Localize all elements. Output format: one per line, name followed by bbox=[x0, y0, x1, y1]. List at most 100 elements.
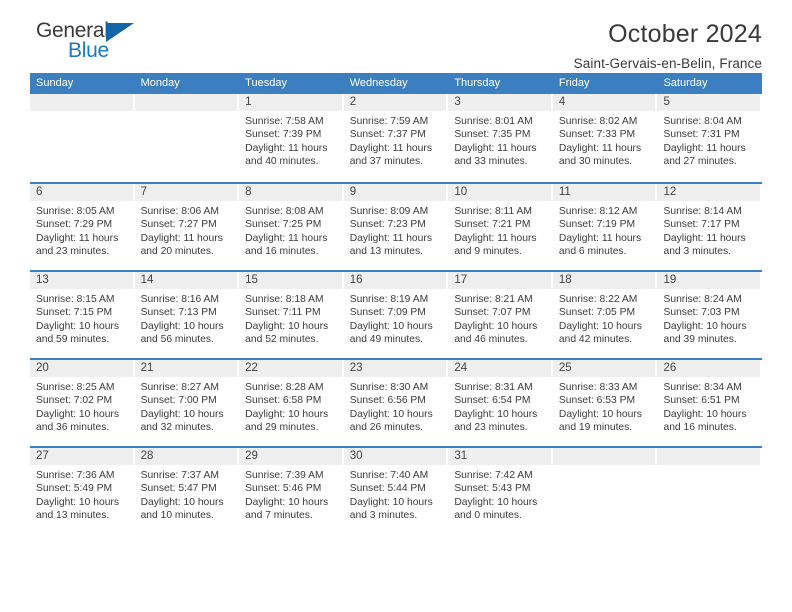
sunset-text: Sunset: 7:02 PM bbox=[36, 395, 113, 407]
daylight-text: Daylight: 10 hours and 42 minutes. bbox=[558, 320, 642, 346]
sunset-text: Sunset: 7:13 PM bbox=[140, 307, 217, 319]
day-number: 15 bbox=[239, 272, 342, 289]
day-number: 26 bbox=[657, 360, 761, 377]
daylight-text: Daylight: 10 hours and 29 minutes. bbox=[245, 408, 329, 434]
daylight-text: Daylight: 10 hours and 3 minutes. bbox=[349, 496, 433, 522]
sunset-text: Sunset: 7:39 PM bbox=[245, 129, 322, 141]
day-cell[interactable]: 5 Sunrise: 8:04 AM Sunset: 7:31 PM Dayli… bbox=[657, 94, 763, 182]
day-cell[interactable]: 23 Sunrise: 8:30 AM Sunset: 6:56 PM Dayl… bbox=[343, 360, 449, 446]
day-cell[interactable]: 20 Sunrise: 8:25 AM Sunset: 7:02 PM Dayl… bbox=[30, 360, 135, 446]
day-cell[interactable]: 19 Sunrise: 8:24 AM Sunset: 7:03 PM Dayl… bbox=[657, 272, 763, 358]
day-cell[interactable]: 1 Sunrise: 7:58 AM Sunset: 7:39 PM Dayli… bbox=[239, 94, 344, 182]
day-details: Sunrise: 7:59 AM Sunset: 7:37 PM Dayligh… bbox=[344, 111, 447, 169]
day-cell[interactable]: 12 Sunrise: 8:14 AM Sunset: 7:17 PM Dayl… bbox=[657, 184, 763, 270]
sunrise-text: Sunrise: 8:09 AM bbox=[349, 206, 429, 217]
sunrise-text: Sunrise: 7:40 AM bbox=[349, 470, 429, 481]
day-number: 12 bbox=[657, 184, 761, 201]
sunrise-text: Sunrise: 8:12 AM bbox=[558, 206, 638, 217]
sunrise-text: Sunrise: 8:16 AM bbox=[140, 294, 219, 305]
daylight-text: Daylight: 10 hours and 13 minutes. bbox=[36, 496, 119, 522]
day-details: Sunrise: 8:11 AM Sunset: 7:21 PM Dayligh… bbox=[448, 201, 551, 259]
day-cell bbox=[552, 448, 658, 534]
day-cell[interactable]: 13 Sunrise: 8:15 AM Sunset: 7:15 PM Dayl… bbox=[30, 272, 135, 358]
sunrise-text: Sunrise: 8:31 AM bbox=[454, 382, 533, 393]
day-cell[interactable]: 27 Sunrise: 7:36 AM Sunset: 5:49 PM Dayl… bbox=[30, 448, 135, 534]
day-number: 17 bbox=[448, 272, 551, 289]
day-details: Sunrise: 8:16 AM Sunset: 7:13 PM Dayligh… bbox=[135, 289, 238, 347]
weekday-header-wednesday: Wednesday bbox=[349, 77, 408, 89]
title-block: October 2024 Saint-Gervais-en-Belin, Fra… bbox=[574, 18, 762, 71]
day-details: Sunrise: 8:33 AM Sunset: 6:53 PM Dayligh… bbox=[553, 377, 656, 435]
sunrise-text: Sunrise: 8:19 AM bbox=[349, 294, 429, 305]
day-number: 31 bbox=[448, 448, 551, 465]
day-details: Sunrise: 7:39 AM Sunset: 5:46 PM Dayligh… bbox=[239, 465, 342, 523]
day-cell[interactable]: 30 Sunrise: 7:40 AM Sunset: 5:44 PM Dayl… bbox=[343, 448, 449, 534]
day-number: 10 bbox=[448, 184, 551, 201]
day-cell[interactable]: 26 Sunrise: 8:34 AM Sunset: 6:51 PM Dayl… bbox=[657, 360, 763, 446]
sunset-text: Sunset: 6:56 PM bbox=[349, 395, 426, 407]
day-details: Sunrise: 7:58 AM Sunset: 7:39 PM Dayligh… bbox=[239, 111, 342, 169]
sunrise-text: Sunrise: 7:36 AM bbox=[36, 470, 115, 481]
day-cell[interactable]: 29 Sunrise: 7:39 AM Sunset: 5:46 PM Dayl… bbox=[239, 448, 344, 534]
sunrise-text: Sunrise: 8:22 AM bbox=[558, 294, 638, 305]
sunrise-text: Sunrise: 8:21 AM bbox=[454, 294, 533, 305]
day-cell[interactable]: 2 Sunrise: 7:59 AM Sunset: 7:37 PM Dayli… bbox=[343, 94, 449, 182]
day-cell[interactable]: 8 Sunrise: 8:08 AM Sunset: 7:25 PM Dayli… bbox=[239, 184, 344, 270]
day-cell[interactable]: 3 Sunrise: 8:01 AM Sunset: 7:35 PM Dayli… bbox=[448, 94, 553, 182]
day-number: 11 bbox=[552, 184, 656, 201]
sunrise-text: Sunrise: 8:27 AM bbox=[140, 382, 219, 393]
sunrise-text: Sunrise: 8:18 AM bbox=[245, 294, 324, 305]
sunset-text: Sunset: 7:35 PM bbox=[454, 129, 531, 141]
day-cell[interactable]: 4 Sunrise: 8:02 AM Sunset: 7:33 PM Dayli… bbox=[552, 94, 658, 182]
day-cell[interactable]: 16 Sunrise: 8:19 AM Sunset: 7:09 PM Dayl… bbox=[343, 272, 449, 358]
sunset-text: Sunset: 7:25 PM bbox=[245, 219, 322, 231]
day-cell bbox=[30, 94, 135, 182]
day-cell[interactable]: 24 Sunrise: 8:31 AM Sunset: 6:54 PM Dayl… bbox=[448, 360, 553, 446]
day-number: 23 bbox=[343, 360, 447, 377]
day-details: Sunrise: 8:14 AM Sunset: 7:17 PM Dayligh… bbox=[657, 201, 760, 259]
general-blue-logo[interactable]: General Blue bbox=[30, 18, 140, 64]
sunrise-text: Sunrise: 8:14 AM bbox=[663, 206, 742, 217]
day-cell[interactable]: 7 Sunrise: 8:06 AM Sunset: 7:27 PM Dayli… bbox=[134, 184, 240, 270]
day-cell[interactable]: 21 Sunrise: 8:27 AM Sunset: 7:00 PM Dayl… bbox=[134, 360, 240, 446]
day-cell[interactable]: 28 Sunrise: 7:37 AM Sunset: 5:47 PM Dayl… bbox=[134, 448, 240, 534]
calendar-page: General Blue October 2024 Saint-Gervais-… bbox=[0, 0, 792, 612]
sunset-text: Sunset: 7:03 PM bbox=[663, 307, 740, 319]
sunset-text: Sunset: 5:46 PM bbox=[245, 483, 322, 495]
sunset-text: Sunset: 6:58 PM bbox=[245, 395, 322, 407]
sunrise-text: Sunrise: 8:33 AM bbox=[558, 382, 638, 393]
day-number bbox=[134, 94, 238, 111]
sunset-text: Sunset: 7:11 PM bbox=[245, 307, 321, 319]
day-cell[interactable]: 14 Sunrise: 8:16 AM Sunset: 7:13 PM Dayl… bbox=[134, 272, 240, 358]
day-details: Sunrise: 7:37 AM Sunset: 5:47 PM Dayligh… bbox=[135, 465, 238, 523]
daylight-text: Daylight: 11 hours and 16 minutes. bbox=[245, 232, 328, 258]
sunset-text: Sunset: 7:17 PM bbox=[663, 219, 740, 231]
day-number: 18 bbox=[552, 272, 656, 289]
day-cell[interactable]: 25 Sunrise: 8:33 AM Sunset: 6:53 PM Dayl… bbox=[552, 360, 658, 446]
day-cell[interactable]: 10 Sunrise: 8:11 AM Sunset: 7:21 PM Dayl… bbox=[448, 184, 553, 270]
daylight-text: Daylight: 10 hours and 52 minutes. bbox=[245, 320, 329, 346]
daylight-text: Daylight: 11 hours and 37 minutes. bbox=[349, 142, 432, 168]
grid-bottom-divider bbox=[30, 534, 762, 536]
day-details: Sunrise: 8:12 AM Sunset: 7:19 PM Dayligh… bbox=[553, 201, 656, 259]
day-cell[interactable]: 9 Sunrise: 8:09 AM Sunset: 7:23 PM Dayli… bbox=[343, 184, 449, 270]
day-number bbox=[30, 94, 133, 111]
day-details: Sunrise: 8:27 AM Sunset: 7:00 PM Dayligh… bbox=[135, 377, 238, 435]
weekday-header-thursday: Thursday bbox=[454, 77, 501, 89]
day-cell[interactable]: 11 Sunrise: 8:12 AM Sunset: 7:19 PM Dayl… bbox=[552, 184, 658, 270]
daylight-text: Daylight: 11 hours and 13 minutes. bbox=[349, 232, 432, 258]
day-details: Sunrise: 8:01 AM Sunset: 7:35 PM Dayligh… bbox=[448, 111, 551, 169]
day-cell[interactable]: 22 Sunrise: 8:28 AM Sunset: 6:58 PM Dayl… bbox=[239, 360, 344, 446]
day-cell[interactable]: 15 Sunrise: 8:18 AM Sunset: 7:11 PM Dayl… bbox=[239, 272, 344, 358]
day-cell[interactable]: 17 Sunrise: 8:21 AM Sunset: 7:07 PM Dayl… bbox=[448, 272, 553, 358]
day-details: Sunrise: 8:06 AM Sunset: 7:27 PM Dayligh… bbox=[135, 201, 238, 259]
day-number: 16 bbox=[343, 272, 447, 289]
day-cell[interactable]: 18 Sunrise: 8:22 AM Sunset: 7:05 PM Dayl… bbox=[552, 272, 658, 358]
daylight-text: Daylight: 10 hours and 56 minutes. bbox=[140, 320, 224, 346]
day-cell[interactable]: 31 Sunrise: 7:42 AM Sunset: 5:43 PM Dayl… bbox=[448, 448, 553, 534]
day-number: 28 bbox=[134, 448, 238, 465]
day-cell[interactable]: 6 Sunrise: 8:05 AM Sunset: 7:29 PM Dayli… bbox=[30, 184, 135, 270]
daylight-text: Daylight: 10 hours and 7 minutes. bbox=[245, 496, 329, 522]
day-details: Sunrise: 8:21 AM Sunset: 7:07 PM Dayligh… bbox=[448, 289, 551, 347]
sunrise-text: Sunrise: 8:02 AM bbox=[558, 116, 638, 127]
